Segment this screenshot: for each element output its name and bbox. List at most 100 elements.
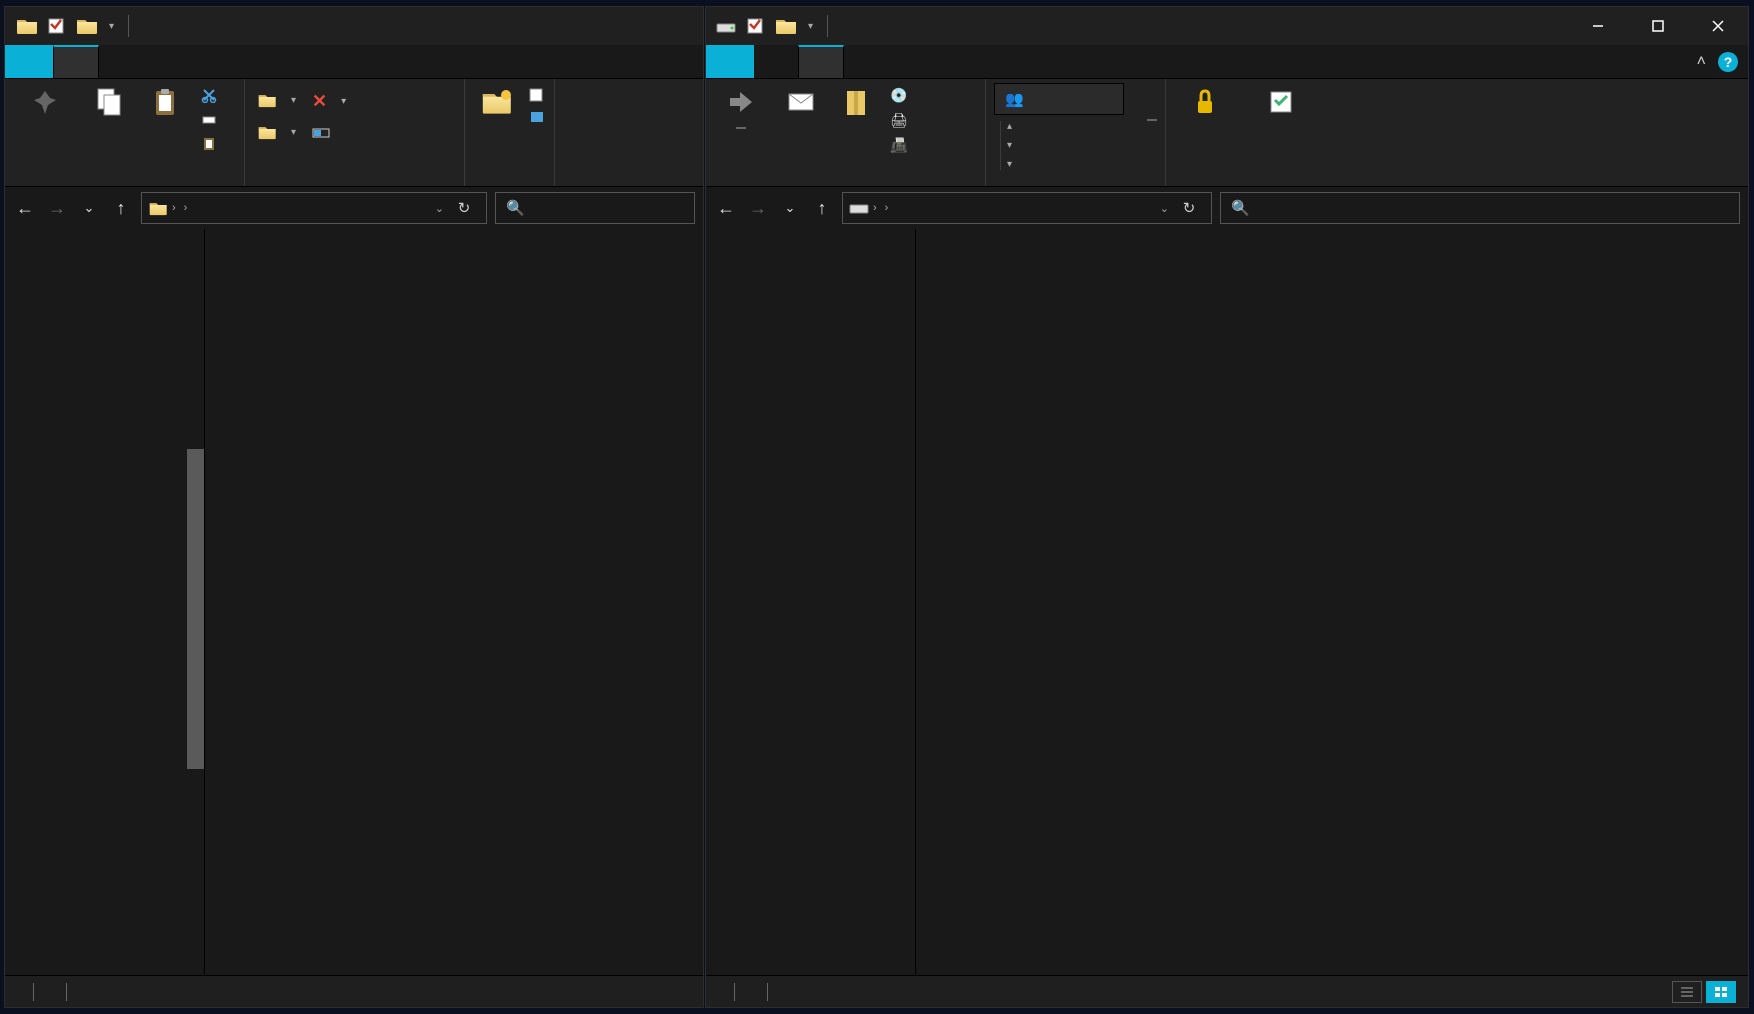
- search-input[interactable]: 🔍: [495, 192, 695, 224]
- refresh-button[interactable]: ↻: [1173, 199, 1205, 217]
- properties-icon[interactable]: [47, 17, 65, 35]
- tab-view[interactable]: [844, 45, 888, 78]
- ribbon-home: ▾ ▾ ✕▾: [5, 79, 703, 187]
- advanced-security-button[interactable]: [1244, 83, 1318, 123]
- file-tab[interactable]: [706, 45, 754, 78]
- share-button[interactable]: [714, 83, 768, 129]
- copy-button[interactable]: [85, 83, 133, 123]
- paste-shortcut-button[interactable]: [197, 133, 227, 153]
- scroll-up-icon[interactable]: ▴: [1007, 121, 1157, 132]
- drive-icon: [716, 18, 736, 34]
- move-to-button[interactable]: ▾: [253, 89, 300, 111]
- properties-icon[interactable]: [746, 17, 764, 35]
- back-button[interactable]: ←: [714, 196, 738, 220]
- help-button[interactable]: ?: [1718, 52, 1738, 72]
- qat-dropdown-icon[interactable]: ▾: [808, 21, 813, 32]
- chevron-down-icon[interactable]: ⌄: [1160, 202, 1169, 215]
- paste-shortcut-icon: [201, 135, 217, 151]
- search-input[interactable]: 🔍: [1220, 192, 1740, 224]
- folder-icon: [148, 199, 168, 217]
- email-button[interactable]: [776, 83, 826, 123]
- recent-dropdown[interactable]: ⌄: [77, 196, 101, 220]
- qat-dropdown-icon[interactable]: ▾: [109, 21, 114, 32]
- copy-path-icon: [201, 111, 217, 127]
- delete-icon: ✕: [312, 91, 327, 112]
- minimize-button[interactable]: [1568, 7, 1628, 45]
- folder-icon[interactable]: [75, 15, 97, 37]
- up-button[interactable]: ↑: [810, 196, 834, 220]
- address-bar[interactable]: › › ⌄ ↻: [141, 192, 487, 224]
- titlebar[interactable]: ▾: [706, 7, 1748, 45]
- new-item-icon[interactable]: [528, 87, 546, 103]
- content-pane[interactable]: [205, 229, 703, 975]
- details-view-button[interactable]: [1672, 981, 1702, 1003]
- keytip: [736, 127, 746, 129]
- fax-button[interactable]: 📠: [886, 135, 918, 156]
- email-icon: [787, 85, 815, 119]
- content-pane[interactable]: [916, 229, 1748, 975]
- share-icon: [726, 85, 756, 119]
- ribbon-share: 💿 🖨 📠 👥 ▴ ▾ ▾: [706, 79, 1748, 187]
- rename-button[interactable]: [308, 124, 350, 142]
- copy-path-button[interactable]: [197, 109, 227, 129]
- status-bar: [5, 975, 703, 1007]
- icons-view-button[interactable]: [1706, 981, 1736, 1003]
- delete-button[interactable]: ✕▾: [308, 89, 350, 114]
- menu-bar: [5, 45, 703, 79]
- new-folder-button[interactable]: [473, 83, 520, 123]
- search-icon: 🔍: [506, 199, 525, 217]
- up-button[interactable]: ↑: [109, 196, 133, 220]
- tab-share[interactable]: [798, 45, 844, 78]
- back-button[interactable]: ←: [13, 196, 37, 220]
- address-bar[interactable]: › › ⌄ ↻: [842, 192, 1212, 224]
- cut-button[interactable]: [197, 85, 227, 105]
- collapse-ribbon-button[interactable]: ˄: [1697, 53, 1706, 71]
- easy-access-icon[interactable]: [528, 109, 546, 125]
- explorer-window-left: ▾: [4, 6, 704, 1008]
- recent-dropdown[interactable]: ⌄: [778, 196, 802, 220]
- folder-icon: [15, 15, 37, 37]
- tab-view[interactable]: [143, 45, 187, 78]
- rename-icon: [312, 126, 330, 140]
- scrollbar-thumb[interactable]: [187, 449, 204, 769]
- titlebar[interactable]: ▾: [5, 7, 703, 45]
- chevron-down-icon[interactable]: ⌄: [435, 202, 444, 215]
- drive-icon: [849, 201, 869, 215]
- people-icon: 👥: [1005, 90, 1024, 108]
- tab-home[interactable]: [53, 45, 99, 78]
- disc-icon: 💿: [890, 87, 907, 104]
- burn-to-disc-button[interactable]: 💿: [886, 85, 918, 106]
- pin-to-quick-access-button[interactable]: [13, 83, 77, 123]
- new-folder-icon: [480, 85, 514, 119]
- scroll-down-icon[interactable]: ▾: [1007, 140, 1157, 151]
- scissors-icon: [201, 87, 217, 103]
- security-icon: [1267, 85, 1295, 119]
- folder-icon[interactable]: [774, 15, 796, 37]
- remove-access-button[interactable]: [1174, 83, 1236, 123]
- nav-row: ← → ⌄ ↑ › › ⌄ ↻ 🔍: [5, 187, 703, 229]
- forward-button[interactable]: →: [45, 196, 69, 220]
- copy-icon: [96, 85, 122, 119]
- expand-icon[interactable]: ▾: [1007, 159, 1157, 170]
- copy-to-button[interactable]: ▾: [253, 121, 300, 143]
- maximize-button[interactable]: [1628, 7, 1688, 45]
- specific-people-button[interactable]: 👥: [994, 83, 1124, 115]
- lock-icon: [1192, 85, 1218, 119]
- refresh-button[interactable]: ↻: [448, 199, 480, 217]
- folder-icon: [257, 91, 277, 109]
- status-bar: [706, 975, 1748, 1007]
- pin-icon: [31, 85, 59, 119]
- zip-button[interactable]: [834, 83, 878, 123]
- nav-tree[interactable]: [706, 229, 916, 975]
- file-tab[interactable]: [5, 45, 53, 78]
- print-button[interactable]: 🖨: [886, 110, 918, 131]
- tab-share[interactable]: [99, 45, 143, 78]
- paste-button[interactable]: [141, 83, 189, 123]
- close-button[interactable]: [1688, 7, 1748, 45]
- search-icon: 🔍: [1231, 199, 1250, 217]
- nav-tree[interactable]: [5, 229, 205, 975]
- tab-home[interactable]: [754, 45, 798, 78]
- folder-icon: [257, 123, 277, 141]
- printer-icon: 🖨: [890, 112, 908, 129]
- forward-button[interactable]: →: [746, 196, 770, 220]
